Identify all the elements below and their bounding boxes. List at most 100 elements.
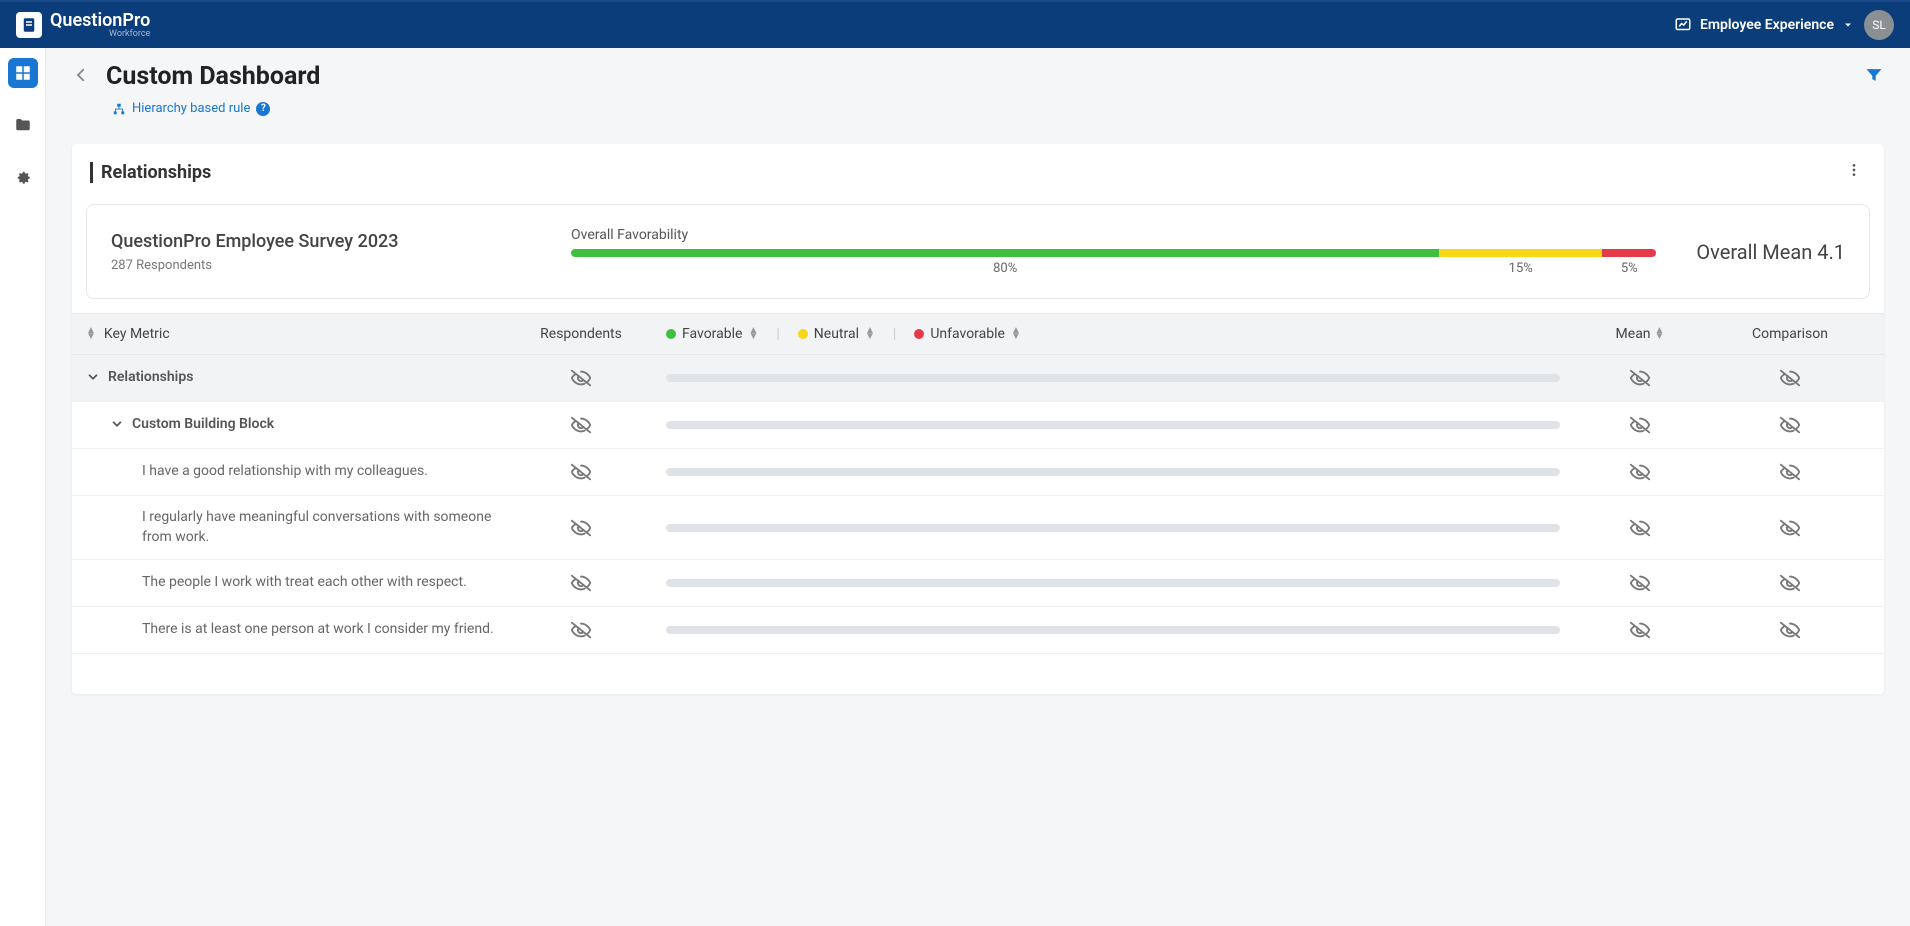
overall-favorability-label: Overall Favorability	[571, 227, 1656, 243]
row-respondents	[506, 572, 656, 594]
eye-off-icon	[1779, 414, 1801, 436]
row-mean	[1570, 619, 1710, 641]
sort-icon[interactable]: ▲▼	[1655, 328, 1665, 340]
brand-name: QuestionPro	[50, 12, 150, 30]
row-comparison	[1710, 367, 1870, 389]
sidebar-item-dashboard[interactable]	[8, 58, 38, 88]
table-header: ▲▼ Key Metric Respondents Favorable▲▼ | …	[72, 313, 1884, 355]
table-row: There is at least one person at work I c…	[72, 607, 1884, 654]
row-comparison	[1710, 619, 1870, 641]
row-favorability-bar	[656, 468, 1570, 476]
row-comparison	[1710, 517, 1870, 539]
eye-off-icon	[1779, 461, 1801, 483]
eye-off-icon	[570, 619, 592, 641]
eye-off-icon	[1779, 572, 1801, 594]
eye-off-icon	[570, 517, 592, 539]
kebab-icon	[1846, 162, 1862, 178]
favorability-bar	[571, 249, 1656, 257]
favorability-bar-labels: 80% 15% 5%	[571, 261, 1656, 276]
col-respondents[interactable]: Respondents	[506, 326, 656, 342]
eye-off-icon	[1629, 414, 1651, 436]
main-content: Custom Dashboard Hierarchy based rule ? …	[46, 48, 1910, 926]
page-title: Custom Dashboard	[106, 62, 320, 91]
row-favorability-bar	[656, 626, 1570, 634]
neutral-dot-icon	[798, 329, 808, 339]
row-respondents	[506, 619, 656, 641]
sort-icon[interactable]: ▲▼	[86, 328, 96, 340]
product-switcher-label: Employee Experience	[1700, 17, 1834, 33]
analytics-icon	[1674, 16, 1692, 34]
sort-icon[interactable]: ▲▼	[1011, 328, 1021, 340]
top-bar: QuestionPro Workforce Employee Experienc…	[0, 0, 1910, 48]
row-respondents	[506, 367, 656, 389]
widget-panel: Relationships QuestionPro Employee Surve…	[72, 144, 1884, 694]
col-neutral[interactable]: Neutral	[814, 326, 859, 342]
sort-icon[interactable]: ▲▼	[748, 328, 758, 340]
col-comparison[interactable]: Comparison	[1710, 326, 1870, 342]
eye-off-icon	[1629, 367, 1651, 389]
unfavorable-pct-label: 5%	[1602, 261, 1656, 276]
eye-off-icon	[1779, 517, 1801, 539]
chevron-down-icon	[110, 417, 124, 431]
favorability-bar-neutral	[1439, 249, 1602, 257]
row-label: There is at least one person at work I c…	[142, 620, 494, 640]
row-mean	[1570, 414, 1710, 436]
row-mean	[1570, 461, 1710, 483]
eye-off-icon	[1629, 619, 1651, 641]
row-favorability-bar	[656, 524, 1570, 532]
brand-subtitle: Workforce	[109, 30, 150, 39]
col-favorable[interactable]: Favorable	[682, 326, 742, 342]
sidebar-item-settings[interactable]	[8, 162, 38, 192]
sort-icon[interactable]: ▲▼	[865, 328, 875, 340]
neutral-pct-label: 15%	[1439, 261, 1602, 276]
row-label: Custom Building Block	[132, 415, 274, 435]
eye-off-icon	[570, 367, 592, 389]
help-icon[interactable]: ?	[256, 102, 270, 116]
back-button[interactable]	[72, 66, 90, 88]
hierarchy-rule-link[interactable]: Hierarchy based rule ?	[112, 101, 1884, 116]
table-row[interactable]: Relationships	[72, 355, 1884, 402]
row-label: I regularly have meaningful conversation…	[142, 508, 506, 547]
col-unfavorable[interactable]: Unfavorable	[930, 326, 1005, 342]
sidebar-item-folder[interactable]	[8, 110, 38, 140]
table-row: The people I work with treat each other …	[72, 560, 1884, 607]
table-row[interactable]: Custom Building Block	[72, 402, 1884, 449]
funnel-icon	[1864, 65, 1884, 85]
row-comparison	[1710, 414, 1870, 436]
caret-down-icon	[1842, 19, 1854, 31]
eye-off-icon	[1779, 367, 1801, 389]
grid-icon	[14, 64, 32, 82]
folder-icon	[14, 116, 32, 134]
hierarchy-icon	[112, 102, 126, 116]
row-label: Relationships	[108, 368, 193, 388]
favorability-bar-favorable	[571, 249, 1439, 257]
chevron-left-icon	[72, 66, 90, 84]
row-comparison	[1710, 572, 1870, 594]
eye-off-icon	[1779, 619, 1801, 641]
row-favorability-bar	[656, 579, 1570, 587]
row-mean	[1570, 517, 1710, 539]
brand[interactable]: QuestionPro Workforce	[16, 12, 150, 39]
user-avatar[interactable]: SL	[1864, 10, 1894, 40]
eye-off-icon	[570, 572, 592, 594]
col-mean[interactable]: Mean	[1616, 326, 1651, 342]
overall-mean: Overall Mean 4.1	[1696, 240, 1845, 264]
panel-menu-button[interactable]	[1842, 158, 1866, 186]
brand-logo-icon	[16, 12, 42, 38]
col-key-metric[interactable]: Key Metric	[104, 326, 170, 342]
filter-button[interactable]	[1864, 65, 1884, 89]
left-sidebar	[0, 48, 46, 926]
row-comparison	[1710, 461, 1870, 483]
panel-title: Relationships	[90, 162, 211, 183]
favorable-pct-label: 80%	[571, 261, 1439, 276]
row-favorability-bar	[656, 421, 1570, 429]
summary-card: QuestionPro Employee Survey 2023 287 Res…	[86, 204, 1870, 299]
chevron-down-icon	[86, 370, 100, 384]
eye-off-icon	[1629, 572, 1651, 594]
eye-off-icon	[570, 461, 592, 483]
row-mean	[1570, 367, 1710, 389]
gear-icon	[14, 168, 32, 186]
product-switcher[interactable]: Employee Experience	[1674, 16, 1854, 34]
survey-name: QuestionPro Employee Survey 2023	[111, 231, 531, 252]
table-body: RelationshipsCustom Building BlockI have…	[72, 355, 1884, 654]
